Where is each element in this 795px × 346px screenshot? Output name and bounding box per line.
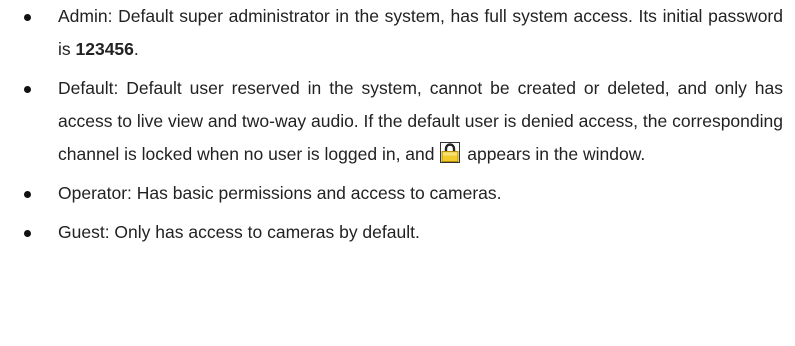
default-description-end: appears in the window. [462,144,646,164]
list-item-operator: Operator: Has basic permissions and acce… [0,177,795,210]
lock-icon [440,141,461,163]
guest-description: Guest: Only has access to cameras by def… [58,222,420,242]
admin-description: Admin: Default super administrator in th… [58,6,783,59]
admin-initial-password: 123456 [75,39,134,59]
list-item-admin: Admin: Default super administrator in th… [0,0,795,66]
bullet-icon [24,230,31,237]
bullet-icon [24,191,31,198]
list-item-guest: Guest: Only has access to cameras by def… [0,216,795,249]
bullet-icon [24,14,31,21]
list-item-default: Default: Default user reserved in the sy… [0,72,795,171]
default-description: Default: Default user reserved in the sy… [58,78,783,164]
user-role-list: Admin: Default super administrator in th… [0,0,795,249]
bullet-icon [24,86,31,93]
operator-description: Operator: Has basic permissions and acce… [58,183,502,203]
document-page: Admin: Default super administrator in th… [0,0,795,346]
admin-description-end: . [133,39,139,59]
